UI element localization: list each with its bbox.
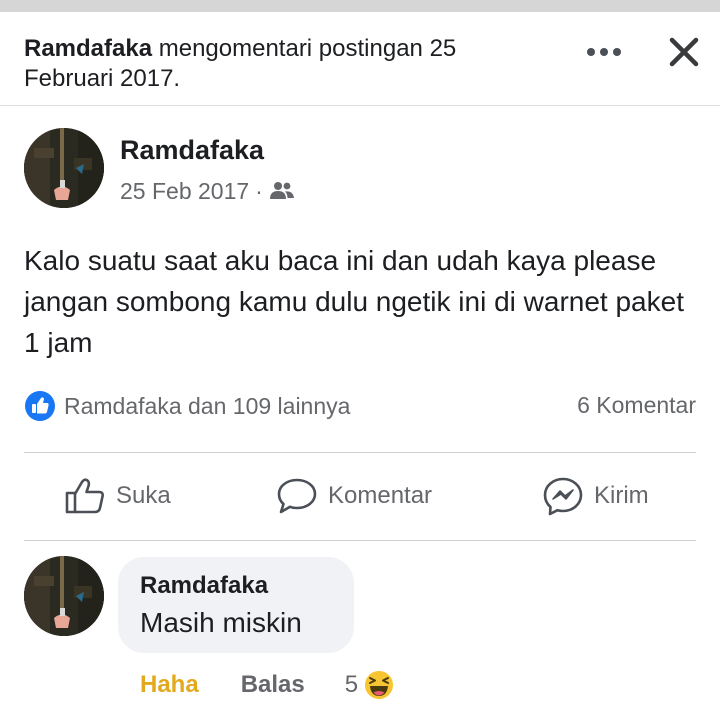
post-date[interactable]: 25 Feb 2017 [120,176,249,206]
more-dots-icon [587,48,621,56]
comment-reaction-summary[interactable]: 5 [345,668,396,702]
avatar-image [24,556,104,636]
send-button[interactable]: Kirim [542,472,649,520]
meta-separator: · [255,178,263,204]
more-options-button[interactable] [584,40,624,64]
notification-text: Ramdafaka mengomentari postingan 25 Febr… [24,34,544,94]
avatar-image [24,128,104,208]
notification-header: Ramdafaka mengomentari postingan 25 Febr… [0,12,720,106]
like-button[interactable]: Suka [64,472,171,520]
thumbs-up-icon [65,478,104,514]
comment-label: Komentar [328,482,433,509]
comment-button[interactable]: Komentar [276,472,432,520]
comments-count[interactable]: 6 Komentar [577,392,696,419]
post-author-name[interactable]: Ramdafaka [120,134,264,166]
like-reaction-icon [25,391,55,421]
post-body-text: Kalo suatu saat aku baca ini dan udah ka… [24,245,684,358]
haha-emoji-icon [363,669,396,701]
reactions-text: Ramdafaka dan 109 lainnya [64,392,351,419]
post-meta: 25 Feb 2017 · [120,176,295,206]
reply-button[interactable]: Balas [241,671,305,699]
send-label: Kirim [594,482,649,509]
comment-bubble-icon [277,478,317,514]
like-label: Suka [116,482,171,509]
comment-actions: Haha Balas 5 [140,668,396,702]
close-button[interactable] [662,32,706,72]
header-actor-name[interactable]: Ramdafaka [24,35,152,62]
messenger-icon [543,477,583,516]
comment-bubble: Ramdafaka Masih miskin [118,557,354,653]
comment-reaction-count: 5 [344,671,359,698]
divider [24,540,696,541]
divider [24,452,696,453]
comment-author-name[interactable]: Ramdafaka [140,571,332,601]
close-icon [669,37,699,67]
haha-reaction-button[interactable]: Haha [140,671,199,699]
top-edge [0,0,720,12]
comment-author-avatar[interactable] [24,556,104,636]
post-author-avatar[interactable] [24,128,104,208]
comment-text: Masih miskin [140,607,302,638]
friends-icon [269,182,294,199]
reactions-summary[interactable]: Ramdafaka dan 109 lainnya [24,390,350,422]
